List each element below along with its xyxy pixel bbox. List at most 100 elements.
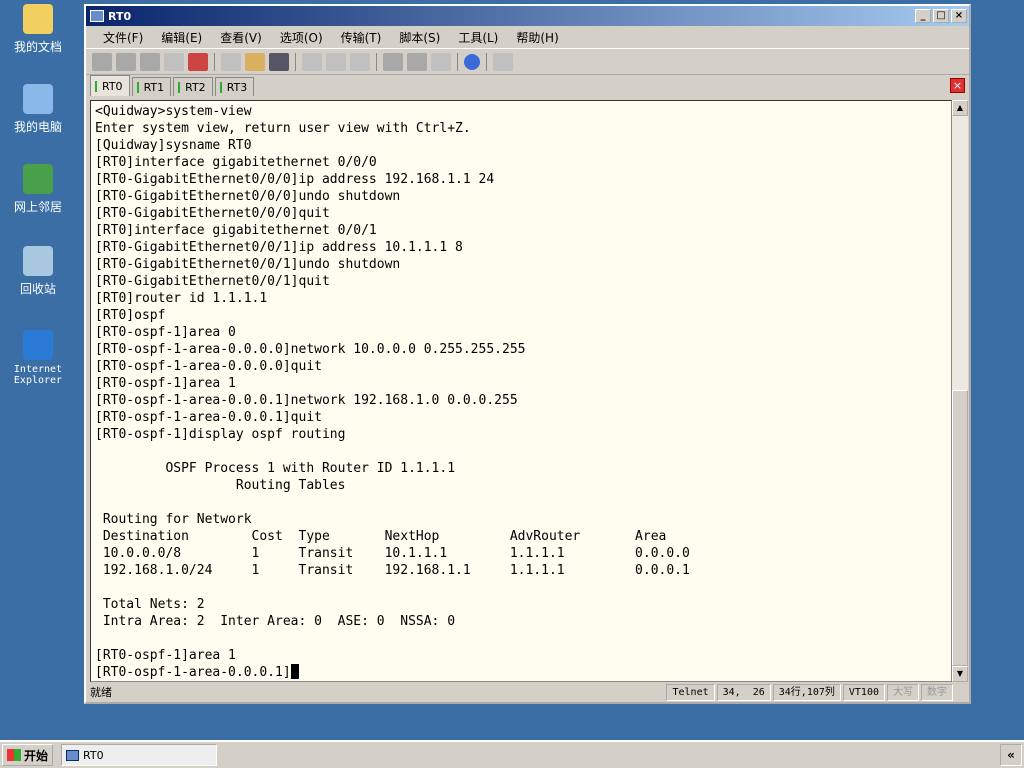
desktop-icon-label: 我的电脑 [13, 120, 62, 134]
menu-item[interactable]: 查看(V) [211, 29, 271, 46]
status-protocol: Telnet [666, 683, 715, 701]
session-tabs: RT0 RT1 RT2 RT3 × [86, 74, 969, 96]
scroll-thumb[interactable] [952, 390, 968, 666]
print-selection-icon[interactable] [326, 52, 346, 71]
desktop-icon[interactable]: 我的文档 [0, 4, 76, 55]
tray-toggle-button[interactable]: « [1000, 744, 1022, 766]
toolbar [86, 48, 969, 74]
help-icon[interactable] [464, 53, 480, 70]
start-button[interactable]: 开始 [2, 744, 54, 766]
paste-icon[interactable] [245, 52, 265, 71]
terminal-output[interactable]: <Quidway>system-view Enter system view, … [90, 100, 952, 682]
maximize-button[interactable]: □ [933, 9, 949, 23]
connected-indicator-icon [136, 81, 139, 93]
terminal-line: [RT0-ospf-1]area 0 [95, 325, 236, 340]
copy-icon[interactable] [221, 52, 241, 71]
separator [214, 52, 215, 71]
windows-logo-icon [7, 749, 21, 761]
session-options-icon[interactable] [383, 52, 403, 71]
status-ready: 就绪 [90, 686, 112, 699]
close-tab-icon[interactable]: × [950, 78, 965, 93]
tab-rt1[interactable]: RT1 [131, 77, 172, 96]
status-cursor: 34, 26 [716, 683, 771, 701]
disconnect-icon[interactable] [188, 52, 208, 71]
terminal-line: [RT0-ospf-1-area-0.0.0.0]quit [95, 359, 322, 374]
taskbar-item-rt0[interactable]: RT0 [61, 744, 218, 766]
menu-item[interactable]: 传输(T) [332, 29, 391, 46]
print-setup-icon[interactable] [302, 52, 322, 71]
start-label: 开始 [24, 748, 49, 763]
terminal-line: [RT0]interface gigabitethernet 0/0/1 [95, 223, 377, 238]
terminal-line: Intra Area: 2 Inter Area: 0 ASE: 0 NSSA:… [95, 614, 456, 629]
find-icon[interactable] [269, 52, 289, 71]
desktop-icon[interactable]: 网上邻居 [0, 164, 76, 215]
status-bar: 就绪 Telnet 34, 26 34行,107列 VT100 大写 数字 [86, 682, 969, 702]
app-icon [66, 749, 80, 761]
menu-item[interactable]: 帮助(H) [507, 29, 567, 46]
keymap-icon[interactable] [431, 52, 451, 71]
scroll-down-button[interactable]: ▼ [952, 666, 968, 682]
terminal-line: [RT0-GigabitEthernet0/0/0]ip address 192… [95, 172, 495, 187]
desktop-icon-image [23, 164, 53, 194]
print-icon[interactable] [350, 52, 370, 71]
terminal-line: [RT0-ospf-1]area 1 [95, 376, 236, 391]
terminal-line: [RT0-GigabitEthernet0/0/1]ip address 10.… [95, 240, 463, 255]
tab-label: RT0 [102, 79, 123, 93]
desktop-icon-label: 回收站 [19, 282, 56, 296]
securecrt-window: RT0 _ □ × 文件(F) 编辑(E) 查看(V) 选项(O) 传输(T) 脚本(S)… [84, 4, 971, 704]
separator [457, 52, 458, 71]
status-emulation: VT100 [842, 683, 885, 701]
desktop-icon-label: 网上邻居 [13, 200, 62, 214]
tab-label: RT3 [226, 80, 248, 94]
close-button[interactable]: × [951, 9, 967, 23]
title-bar[interactable]: RT0 _ □ × [86, 6, 969, 26]
tab-rt3[interactable]: RT3 [214, 77, 255, 96]
terminal-line: [RT0-GigabitEthernet0/0/1]quit [95, 274, 330, 289]
separator [376, 52, 377, 71]
terminal-line: [RT0-ospf-1-area-0.0.0.0]network 10.0.0.… [95, 342, 526, 357]
taskbar: 开始 RT0 « [0, 740, 1024, 768]
tab-rt2[interactable]: RT2 [173, 77, 213, 96]
terminal-line: [RT0-ospf-1]display ospf routing [95, 427, 346, 442]
menu-item[interactable]: 选项(O) [271, 29, 332, 46]
toolbar-more-icon[interactable] [493, 52, 513, 71]
minimize-button[interactable]: _ [915, 9, 931, 23]
quick-connect-icon[interactable] [116, 52, 136, 71]
status-num: 数字 [921, 683, 953, 701]
terminal-line: [RT0]interface gigabitethernet 0/0/0 [95, 155, 377, 170]
connected-indicator-icon [219, 81, 222, 93]
menu-item[interactable]: 工具(L) [449, 29, 507, 46]
desktop-icon[interactable]: 我的电脑 [0, 84, 76, 135]
separator [486, 52, 487, 71]
sftp-icon[interactable] [407, 52, 427, 71]
window-title: RT0 [108, 9, 132, 23]
terminal-line: [RT0-ospf-1]area 1 [95, 648, 236, 663]
task-label: RT0 [83, 748, 104, 762]
desktop-icon-image [23, 330, 53, 360]
terminal-line: Routing for Network [95, 512, 252, 527]
desktop-icon-image [23, 4, 53, 34]
connect-icon[interactable] [92, 52, 112, 71]
connect-tab-icon[interactable] [140, 52, 160, 71]
tab-rt0[interactable]: RT0 [90, 75, 130, 96]
terminal-cursor [290, 664, 299, 679]
desktop-icon[interactable]: Internet Explorer [0, 330, 76, 386]
terminal-line: Routing Tables [95, 478, 346, 493]
reconnect-icon[interactable] [164, 52, 184, 71]
vertical-scrollbar[interactable]: ▲ ▼ [952, 100, 968, 682]
desktop-icon-label: 我的文档 [13, 40, 62, 54]
separator [295, 52, 296, 71]
desktop-icon-label: Internet Explorer [13, 364, 63, 386]
menu-item[interactable]: 脚本(S) [390, 29, 449, 46]
status-caps: 大写 [887, 683, 919, 701]
terminal-line: Enter system view, return user view with… [95, 121, 471, 136]
menu-item[interactable]: 文件(F) [94, 29, 152, 46]
scroll-up-button[interactable]: ▲ [952, 100, 968, 116]
menu-item[interactable]: 编辑(E) [152, 29, 211, 46]
menu-bar: 文件(F) 编辑(E) 查看(V) 选项(O) 传输(T) 脚本(S) 工具(L) 帮助(H) [86, 26, 969, 48]
desktop-icon[interactable]: 回收站 [0, 246, 76, 297]
terminal-line: [RT0]router id 1.1.1.1 [95, 291, 268, 306]
terminal-line: [Quidway]sysname RT0 [95, 138, 252, 153]
app-icon [90, 10, 104, 22]
terminal-line: Destination Cost Type NextHop AdvRouter … [95, 529, 667, 544]
